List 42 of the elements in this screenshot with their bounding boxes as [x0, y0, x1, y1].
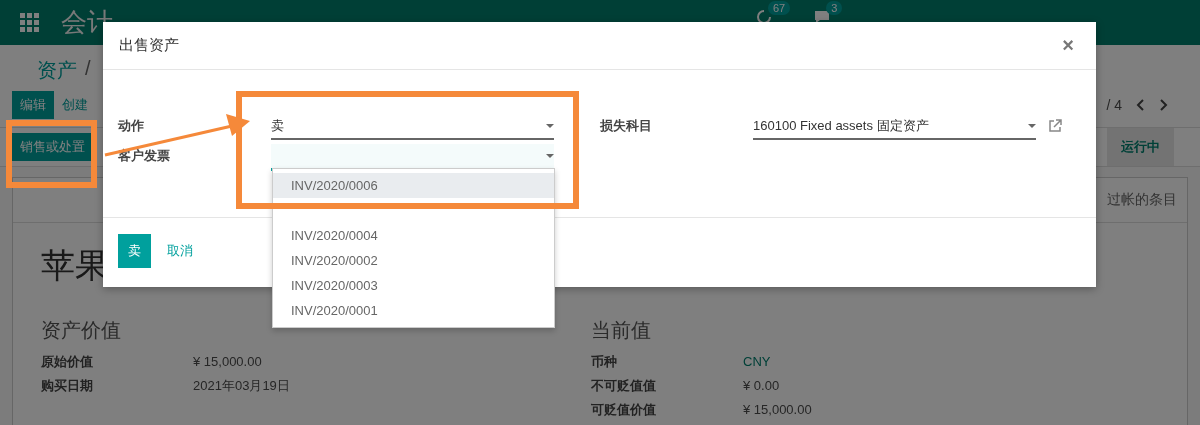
field-link[interactable]: CNY	[743, 354, 771, 369]
caret-icon	[546, 154, 554, 158]
breadcrumb-link[interactable]: 资产	[37, 57, 77, 83]
edit-button[interactable]: 编辑	[12, 91, 54, 119]
field-label: 币种	[591, 353, 618, 371]
chat-icon[interactable]	[814, 8, 831, 25]
field-value: ¥ 15,000.00	[743, 402, 812, 417]
field-label: 购买日期	[41, 377, 94, 395]
field-label: 不可贬值值	[591, 377, 657, 395]
group-title: 资产价值	[41, 318, 122, 343]
message-count: 3	[826, 0, 843, 15]
status-step[interactable]: 运行中	[1107, 128, 1174, 166]
close-button[interactable]: ×	[1056, 34, 1080, 57]
activity-icon[interactable]	[756, 8, 772, 25]
sell-or-dispose-button[interactable]: 销售或处置	[12, 133, 93, 161]
field-value: ¥ 0.00	[743, 378, 780, 393]
activity-count: 67	[768, 0, 791, 15]
dropdown-item[interactable]: INV/2020/0004	[273, 223, 554, 248]
group-title: 当前值	[591, 318, 652, 343]
external-link-icon[interactable]	[1048, 119, 1062, 132]
field-label: 损失科目	[600, 117, 652, 135]
previous-icon[interactable]	[1136, 99, 1145, 111]
dropdown-item[interactable]: INV/2020/0006	[273, 173, 554, 198]
field-label: 动作	[118, 117, 144, 135]
sell-button[interactable]: 卖	[118, 234, 151, 268]
breadcrumb-separator: /	[85, 57, 91, 81]
field-label: 可贬值价值	[591, 401, 657, 419]
caret-icon	[546, 124, 554, 128]
next-icon[interactable]	[1159, 99, 1168, 111]
apps-menu-icon[interactable]	[20, 13, 39, 32]
caret-icon	[1028, 124, 1036, 128]
cancel-link[interactable]: 取消	[155, 234, 205, 268]
dropdown-item[interactable]: INV/2020/0003	[273, 273, 554, 298]
dialog-title: 出售资产	[119, 36, 179, 55]
create-button[interactable]: 创建	[54, 91, 96, 119]
dropdown-item[interactable]: INV/2020/0002	[273, 248, 554, 273]
select-field[interactable]: 卖	[271, 114, 554, 140]
pager-count: / 4	[1106, 97, 1122, 113]
select-field[interactable]: 160100 Fixed assets 固定资产	[753, 114, 1036, 140]
dropdown-item[interactable]: INV/2020/0001	[273, 298, 554, 323]
field-label: 原始价值	[41, 353, 94, 371]
field-value: ¥ 15,000.00	[193, 354, 262, 369]
